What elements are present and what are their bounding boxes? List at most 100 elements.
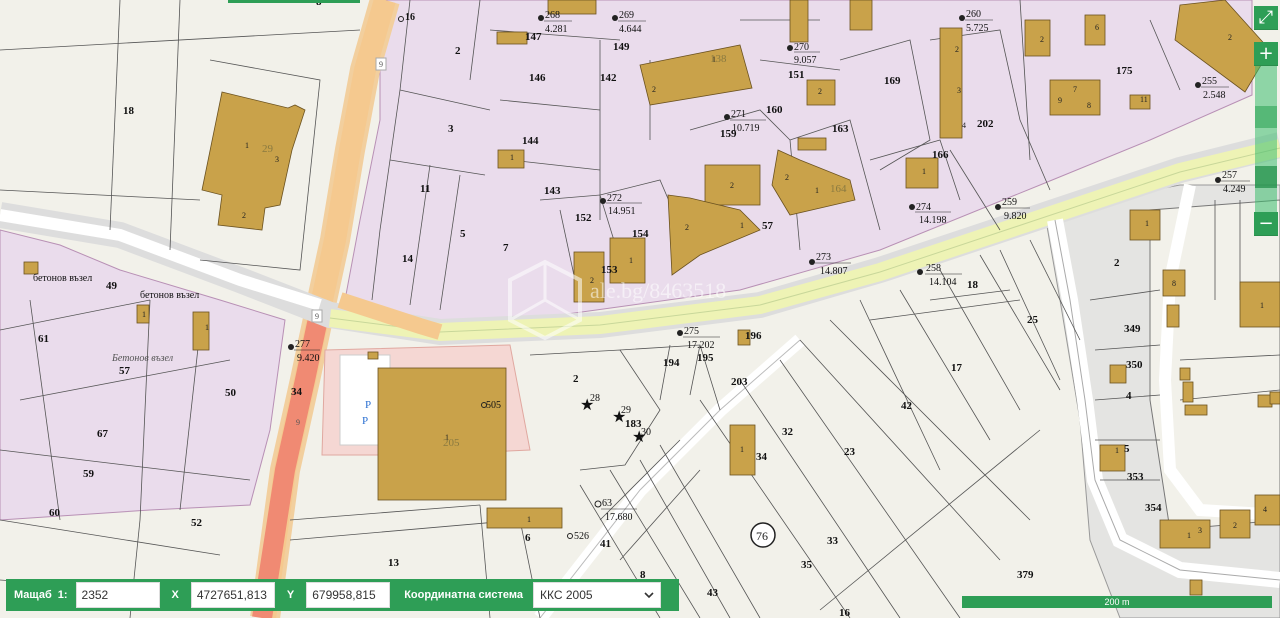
zoom-out-button[interactable]: −: [1254, 212, 1278, 236]
svg-text:бетонов възел: бетонов възел: [33, 273, 92, 284]
parcel-label: 164: [830, 183, 847, 195]
x-label: X: [171, 589, 179, 601]
parcel-label: 163: [832, 123, 849, 135]
svg-text:5.725: 5.725: [966, 23, 989, 34]
fullscreen-control[interactable]: ⤢: [1254, 6, 1278, 30]
svg-text:526: 526: [574, 531, 589, 542]
parking-icon: P: [365, 399, 371, 411]
x-coordinate-input[interactable]: 4727651,813: [190, 582, 275, 608]
parcel-label: 138: [710, 53, 727, 65]
svg-text:9: 9: [1058, 96, 1062, 105]
parcel-label: 57: [119, 365, 131, 377]
parcel-label: 49: [106, 280, 118, 292]
svg-text:2: 2: [785, 173, 789, 182]
parcel-label: 52: [191, 517, 203, 529]
svg-text:1: 1: [740, 445, 744, 454]
parcel-label: 2: [455, 45, 461, 57]
fullscreen-icon[interactable]: ⤢: [1254, 6, 1278, 30]
svg-text:2: 2: [652, 85, 656, 94]
parcel-label: 142: [600, 72, 617, 84]
parcel-label: 144: [522, 135, 539, 147]
svg-text:4.644: 4.644: [619, 24, 642, 35]
svg-text:258: 258: [926, 263, 941, 274]
svg-text:2: 2: [955, 45, 959, 54]
svg-text:9.057: 9.057: [794, 55, 817, 66]
crs-value: ККС 2005: [540, 588, 593, 602]
parcel-label: 5: [460, 228, 466, 240]
svg-text:63: 63: [602, 498, 612, 509]
svg-text:2: 2: [818, 87, 822, 96]
svg-text:9.820: 9.820: [1004, 211, 1027, 222]
parcel-label: 4: [1126, 390, 1132, 402]
parcel-label: 153: [601, 264, 618, 276]
svg-text:17.680: 17.680: [605, 512, 633, 523]
parcel-label: 33: [827, 535, 839, 547]
svg-text:Бетонов възел: Бетонов възел: [111, 353, 174, 364]
parcel-label: 152: [575, 212, 592, 224]
svg-text:17.202: 17.202: [687, 340, 715, 351]
svg-text:1: 1: [629, 256, 633, 265]
svg-text:271: 271: [731, 109, 746, 120]
parcel-label: 202: [977, 118, 994, 130]
parcel-label: 194: [663, 357, 680, 369]
coordinate-panel: Мащаб 1: 2352 X 4727651,813 Y 679958,815…: [6, 579, 679, 611]
parcel-label: 59: [83, 468, 95, 480]
scale-prefix: 1:: [57, 589, 68, 601]
svg-text:255: 255: [1202, 76, 1217, 87]
parcel-label: 349: [1124, 323, 1141, 335]
chevron-down-icon: [644, 592, 654, 599]
zoom-slider[interactable]: [1255, 66, 1277, 212]
parcel-label: 34: [291, 386, 303, 398]
parcel-label: 16: [839, 607, 851, 618]
parcel-label: 6: [525, 532, 531, 544]
parcel-label: 18: [123, 105, 135, 117]
parcel-label: 3: [448, 123, 454, 135]
parcel-label: 34: [756, 451, 768, 463]
parcel-label: 35: [801, 559, 813, 571]
svg-text:274: 274: [916, 202, 931, 213]
parcel-label: 154: [632, 228, 649, 240]
parcel-label: 50: [225, 387, 237, 399]
top-strip: [228, 0, 360, 3]
svg-text:1: 1: [245, 141, 249, 150]
zoom-handle[interactable]: [1255, 166, 1277, 188]
y-coordinate-input[interactable]: 679958,815: [306, 582, 391, 608]
parcel-label: 32: [782, 426, 794, 438]
parcel-label: 2: [573, 373, 579, 385]
svg-text:257: 257: [1222, 170, 1237, 181]
parking-icon: P: [362, 415, 368, 427]
svg-text:1: 1: [142, 310, 146, 319]
zoom-slot: [1255, 106, 1277, 128]
svg-text:270: 270: [794, 42, 809, 53]
svg-text:1: 1: [1187, 531, 1191, 540]
parcel-label: 149: [613, 41, 630, 53]
scale-input[interactable]: 2352: [75, 582, 160, 608]
svg-text:11: 11: [1140, 95, 1148, 104]
svg-text:14.807: 14.807: [820, 266, 848, 277]
svg-text:4: 4: [1263, 505, 1267, 514]
parcel-label: 14: [402, 253, 414, 265]
parcel-label: 151: [788, 69, 805, 81]
svg-text:505: 505: [486, 400, 501, 411]
parcel-label: 29: [262, 143, 274, 155]
svg-text:1: 1: [740, 221, 744, 230]
scale-label: Мащаб: [14, 589, 52, 601]
svg-text:4: 4: [962, 121, 966, 130]
svg-text:273: 273: [816, 252, 831, 263]
parcel-label: 16: [405, 12, 415, 23]
crs-select[interactable]: ККС 2005: [533, 582, 661, 608]
cadastral-map[interactable]: P P 132 111 122 342 798 1162 221 22 1 12…: [0, 0, 1280, 618]
svg-text:1: 1: [1260, 301, 1264, 310]
parcel-label: 350: [1126, 359, 1143, 371]
star-icon: ★: [580, 397, 594, 414]
svg-text:бетонов възел: бетонов възел: [140, 290, 199, 301]
parcel-label: 166: [932, 149, 949, 161]
zoom-control[interactable]: + −: [1254, 42, 1278, 236]
parcel-label: 41: [600, 538, 611, 550]
svg-text:4.281: 4.281: [545, 24, 568, 35]
svg-text:2: 2: [730, 181, 734, 190]
svg-text:3: 3: [275, 155, 279, 164]
svg-text:1: 1: [510, 153, 514, 162]
svg-text:3: 3: [957, 86, 961, 95]
zoom-in-button[interactable]: +: [1254, 42, 1278, 66]
